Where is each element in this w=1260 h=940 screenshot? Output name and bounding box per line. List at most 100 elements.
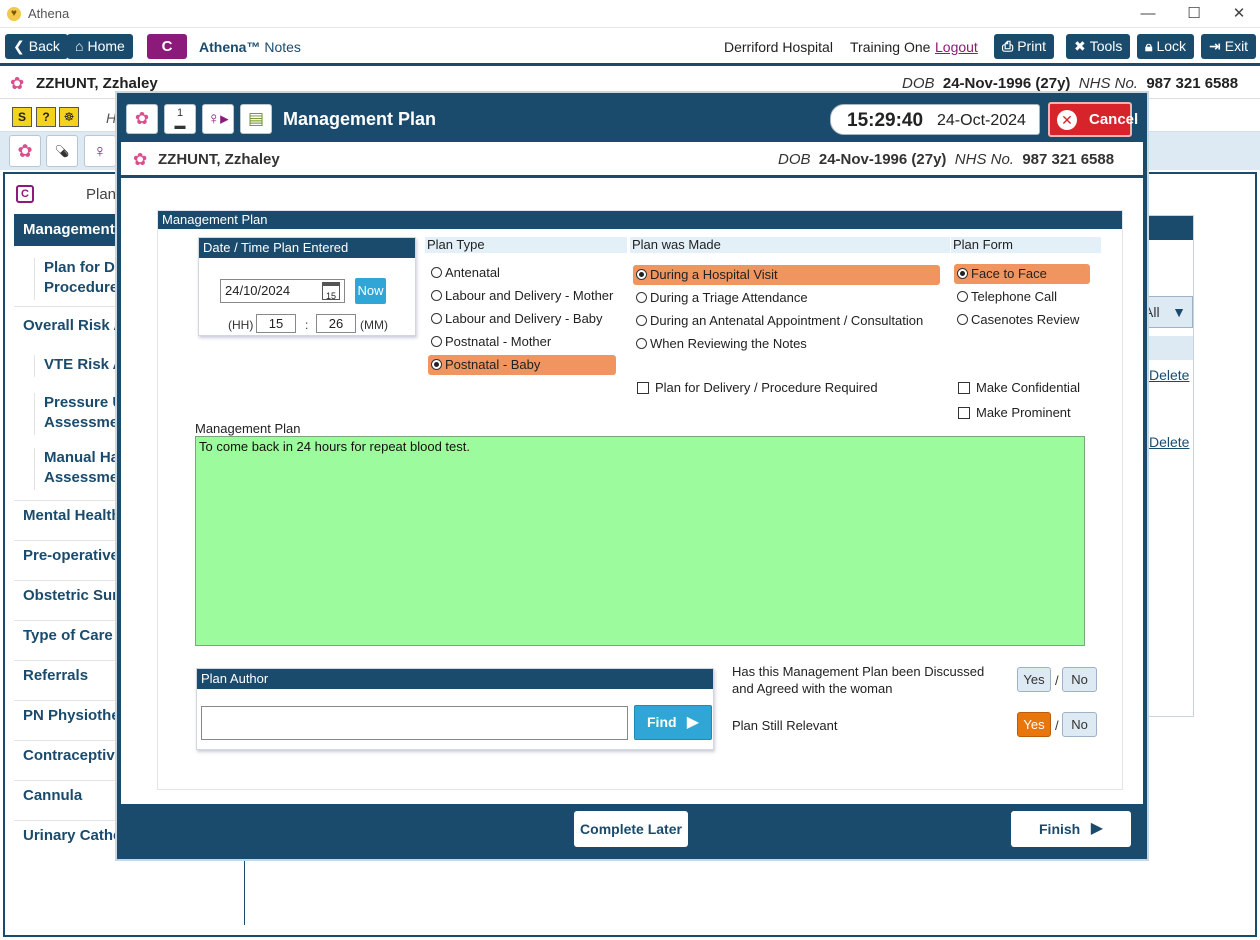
sidebar-item[interactable]: Contraceptive xyxy=(23,747,123,764)
checkbox-confidential[interactable]: Make Confidential xyxy=(958,380,1080,396)
hour-input[interactable]: 15 xyxy=(256,314,296,333)
sidebar-item[interactable]: Obstetric Surg xyxy=(23,587,127,604)
sidebar-item[interactable]: Mental Health xyxy=(23,507,121,524)
user-name: Training One xyxy=(850,39,931,55)
sidebar-item[interactable]: Urinary Cathe xyxy=(23,827,121,844)
lock-button[interactable]: 🔒︎ Lock xyxy=(1137,34,1195,59)
radio-plan-made[interactable]: When Reviewing the Notes xyxy=(633,334,940,354)
radio-plan-made[interactable]: During a Triage Attendance xyxy=(633,288,940,308)
filter-dropdown[interactable]: All ▼ xyxy=(1141,296,1193,328)
radio-plan-form[interactable]: Casenotes Review xyxy=(954,310,1090,330)
nhs-label: NHS No. xyxy=(954,151,1014,168)
minute-input[interactable]: 26 xyxy=(316,314,356,333)
sidebar-item-management[interactable]: Management xyxy=(14,214,124,246)
option-label: Telephone Call xyxy=(971,289,1058,304)
print-button[interactable]: ⎙ Print xyxy=(994,34,1054,59)
radio-plan-made[interactable]: During a Hospital Visit xyxy=(633,265,940,285)
finish-button[interactable]: Finish ▶ xyxy=(1011,811,1131,847)
option-label: During a Triage Attendance xyxy=(650,290,808,305)
cancel-button[interactable]: ✕ Cancel xyxy=(1048,102,1138,137)
divider xyxy=(14,540,124,541)
tools-button[interactable]: ✖ Tools xyxy=(1066,34,1131,59)
radio-icon xyxy=(636,269,647,280)
management-plan-textarea[interactable]: To come back in 24 hours for repeat bloo… xyxy=(195,436,1085,646)
medication-icon[interactable]: 1 ▬ xyxy=(164,104,196,134)
window-title: Athena xyxy=(28,6,70,21)
settings-icon[interactable]: ☸ xyxy=(59,107,79,127)
checkbox-label: Plan for Delivery / Procedure Required xyxy=(655,380,878,395)
divider xyxy=(14,500,124,501)
back-button[interactable]: ❮ Back xyxy=(5,34,68,59)
option-label: Labour and Delivery - Baby xyxy=(445,311,603,326)
now-button[interactable]: Now xyxy=(355,278,386,304)
calendar-icon[interactable]: 15 xyxy=(322,282,340,301)
radio-plan-type[interactable]: Antenatal xyxy=(428,263,616,283)
radio-plan-type[interactable]: Labour and Delivery - Mother xyxy=(428,286,616,306)
discussed-yes-button[interactable]: Yes xyxy=(1017,667,1051,692)
brand-suffix: Notes xyxy=(264,39,301,55)
flower-icon[interactable]: ✿ xyxy=(126,104,158,134)
radio-plan-type[interactable]: Postnatal - Baby xyxy=(428,355,616,375)
date-input[interactable]: 24/10/2024 15 xyxy=(220,279,345,303)
checkbox-delivery-procedure[interactable]: Plan for Delivery / Procedure Required xyxy=(637,380,878,396)
sidebar-item[interactable]: Pre-operative xyxy=(23,547,119,564)
dialog-patient-banner: ✿ ZZHUNT, Zzhaley DOB 24-Nov-1996 (27y) … xyxy=(121,142,1143,178)
plan-form-header: Plan Form xyxy=(951,237,1101,253)
home-icon: ⌂ xyxy=(75,38,84,54)
subitem-line: Pressure Ul xyxy=(44,394,124,411)
logout-link[interactable]: Logout xyxy=(935,39,978,55)
home-button[interactable]: ⌂ Home xyxy=(67,34,133,59)
radio-icon xyxy=(957,291,968,302)
sidebar-heading: Plan xyxy=(86,186,117,203)
checkbox-prominent[interactable]: Make Prominent xyxy=(958,405,1071,421)
management-plan-dialog: ✿ 1 ▬ ♀▸ ▤ Management Plan 15:29:40 24-Oc… xyxy=(117,93,1147,859)
patient-name: ZZHUNT, Zzhaley xyxy=(158,151,280,168)
radio-plan-type[interactable]: Postnatal - Mother xyxy=(428,332,616,352)
option-label: Face to Face xyxy=(971,266,1047,281)
sidebar-item[interactable]: Referrals xyxy=(23,667,88,684)
radio-plan-made[interactable]: During an Antenatal Appointment / Consul… xyxy=(633,311,940,331)
radio-plan-form[interactable]: Face to Face xyxy=(954,264,1090,284)
notepad-icon[interactable]: ▤ xyxy=(240,104,272,134)
dob-value: 24-Nov-1996 (27y) xyxy=(818,151,947,168)
exit-button[interactable]: ⇥ Exit xyxy=(1201,34,1257,59)
sidebar-subitem[interactable]: VTE Risk As xyxy=(34,355,124,377)
medication-icon[interactable]: 💊︎ xyxy=(46,135,78,167)
radio-icon xyxy=(431,267,442,278)
option-label: Postnatal - Mother xyxy=(445,334,552,349)
complete-later-button[interactable]: Complete Later xyxy=(574,811,688,847)
relevant-no-button[interactable]: No xyxy=(1062,712,1097,737)
sidebar-item[interactable]: Overall Risk A xyxy=(23,317,124,334)
help-icon[interactable]: ? xyxy=(36,107,56,127)
management-plan-panel: Management Plan Date / Time Plan Entered… xyxy=(157,210,1123,790)
radio-plan-form[interactable]: Telephone Call xyxy=(954,287,1090,307)
alert-s-icon[interactable]: S xyxy=(12,107,32,127)
relevant-yes-button[interactable]: Yes xyxy=(1017,712,1051,737)
discussed-no-button[interactable]: No xyxy=(1062,667,1097,692)
c-button[interactable]: C xyxy=(147,34,187,59)
sidebar-subitem[interactable]: Plan for De Procedure xyxy=(34,258,124,300)
delete-link[interactable]: Delete xyxy=(1149,434,1189,450)
datetime-box: Date / Time Plan Entered 24/10/2024 15 No… xyxy=(198,237,416,336)
flower-icon: ✿ xyxy=(10,74,25,93)
minimize-button[interactable]: — xyxy=(1136,4,1160,24)
sidebar-subitem[interactable]: Pressure Ul Assessmen xyxy=(34,393,124,435)
tools-label: Tools xyxy=(1089,38,1123,54)
delete-link[interactable]: Delete xyxy=(1149,367,1189,383)
find-button[interactable]: Find ▶ xyxy=(634,705,712,740)
sidebar-subitem[interactable]: Manual Ha Assessmen xyxy=(34,448,124,490)
sidebar-item[interactable]: PN Physiother xyxy=(23,707,126,724)
slash-separator: / xyxy=(1055,673,1059,688)
option-label: During an Antenatal Appointment / Consul… xyxy=(650,313,924,328)
woman-arrow-icon[interactable]: ♀▸ xyxy=(202,104,234,134)
flower-icon[interactable]: ✿ xyxy=(9,135,41,167)
printer-icon: ⎙ xyxy=(1002,38,1014,54)
divider xyxy=(14,780,124,781)
sidebar-item[interactable]: Type of Care xyxy=(23,627,113,644)
woman-icon[interactable]: ♀ xyxy=(84,135,116,167)
close-window-button[interactable]: ✕ xyxy=(1227,4,1251,24)
sidebar-item[interactable]: Cannula xyxy=(23,787,82,804)
radio-plan-type[interactable]: Labour and Delivery - Baby xyxy=(428,309,616,329)
plan-author-input[interactable] xyxy=(201,706,628,740)
maximize-button[interactable]: ☐ xyxy=(1182,4,1206,24)
